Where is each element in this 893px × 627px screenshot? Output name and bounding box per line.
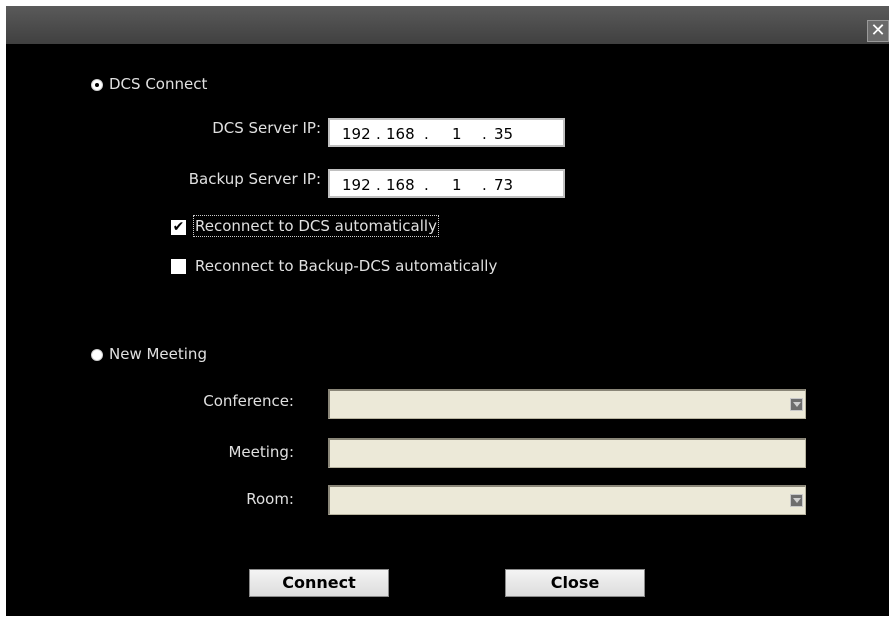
chevron-down-icon[interactable] — [790, 494, 803, 507]
backup-server-ip-label: Backup Server IP: — [188, 170, 321, 188]
reconnect-backup-label[interactable]: Reconnect to Backup-DCS automatically — [195, 257, 497, 275]
ip-dot: . — [376, 176, 381, 194]
close-button[interactable]: Close — [505, 569, 645, 597]
ip-dot: . — [424, 176, 429, 194]
dcs-connection-dialog: ✕ DCS Connect DCS Server IP: 192 . 168 .… — [6, 6, 889, 616]
reconnect-dcs-label[interactable]: Reconnect to DCS automatically — [193, 215, 439, 237]
meeting-input[interactable] — [328, 438, 806, 468]
new-meeting-label[interactable]: New Meeting — [109, 345, 207, 363]
ip-octet-3[interactable]: 1 — [452, 125, 462, 143]
dcs-connect-label[interactable]: DCS Connect — [109, 75, 207, 93]
ip-dot: . — [482, 125, 487, 143]
connect-button[interactable]: Connect — [249, 569, 389, 597]
meeting-label: Meeting: — [228, 443, 294, 461]
ip-octet-2[interactable]: 168 — [386, 176, 415, 194]
ip-dot: . — [482, 176, 487, 194]
new-meeting-radio[interactable] — [91, 349, 103, 361]
reconnect-backup-checkbox[interactable] — [171, 259, 186, 274]
room-label: Room: — [246, 490, 294, 508]
ip-dot: . — [424, 125, 429, 143]
dcs-server-ip-label: DCS Server IP: — [212, 119, 321, 137]
close-icon[interactable]: ✕ — [867, 20, 889, 42]
ip-dot: . — [376, 125, 381, 143]
ip-octet-4[interactable]: 73 — [494, 176, 513, 194]
title-bar[interactable] — [6, 6, 889, 44]
reconnect-dcs-checkbox[interactable]: ✔ — [171, 220, 186, 235]
backup-server-ip-field[interactable]: 192 . 168 . 1 . 73 — [328, 169, 565, 198]
room-dropdown[interactable] — [328, 485, 806, 515]
ip-octet-1[interactable]: 192 — [342, 125, 371, 143]
ip-octet-3[interactable]: 1 — [452, 176, 462, 194]
ip-octet-2[interactable]: 168 — [386, 125, 415, 143]
dcs-server-ip-field[interactable]: 192 . 168 . 1 . 35 — [328, 118, 565, 147]
conference-dropdown[interactable] — [328, 389, 806, 419]
conference-label: Conference: — [203, 392, 294, 410]
chevron-down-icon[interactable] — [790, 398, 803, 411]
ip-octet-4[interactable]: 35 — [494, 125, 513, 143]
ip-octet-1[interactable]: 192 — [342, 176, 371, 194]
dcs-connect-radio[interactable] — [91, 79, 103, 91]
